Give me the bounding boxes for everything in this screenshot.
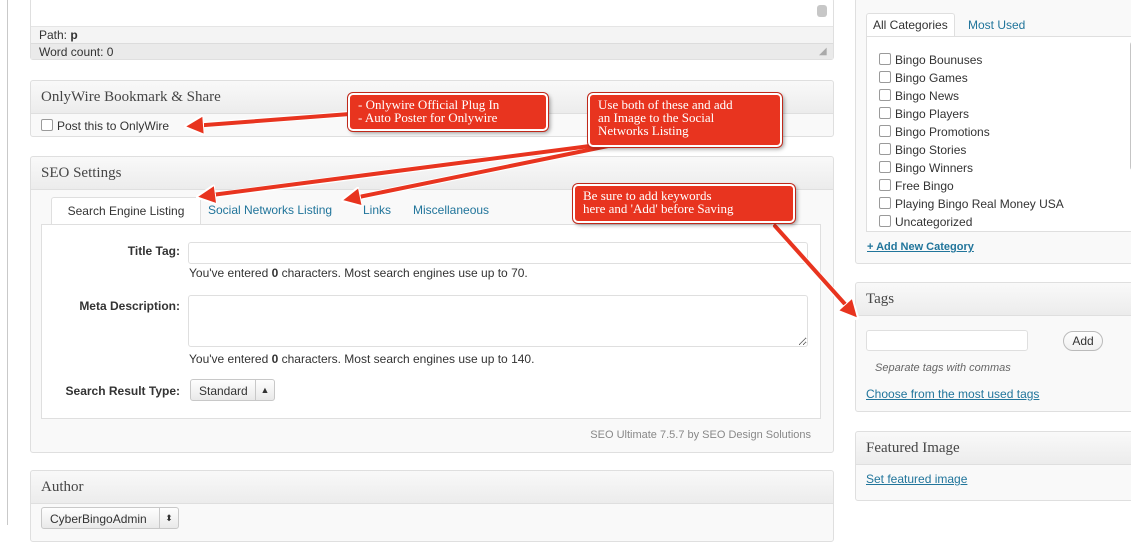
callout-text: Networks Listing (598, 123, 689, 138)
annotation-arrows (0, 111, 1131, 525)
callout-text: here and 'Add' before Saving (583, 201, 734, 216)
callout-text: - Auto Poster for Onlywire (358, 110, 498, 125)
callout-social-listing: Use both of these and add an Image to th… (588, 93, 782, 147)
arrow-onlywire (192, 112, 352, 126)
callout-onlywire: - Onlywire Official Plug In - Auto Poste… (348, 93, 548, 131)
callout-keywords: Be sure to add keywords here and 'Add' b… (573, 184, 795, 223)
arrow-tags (773, 224, 853, 313)
